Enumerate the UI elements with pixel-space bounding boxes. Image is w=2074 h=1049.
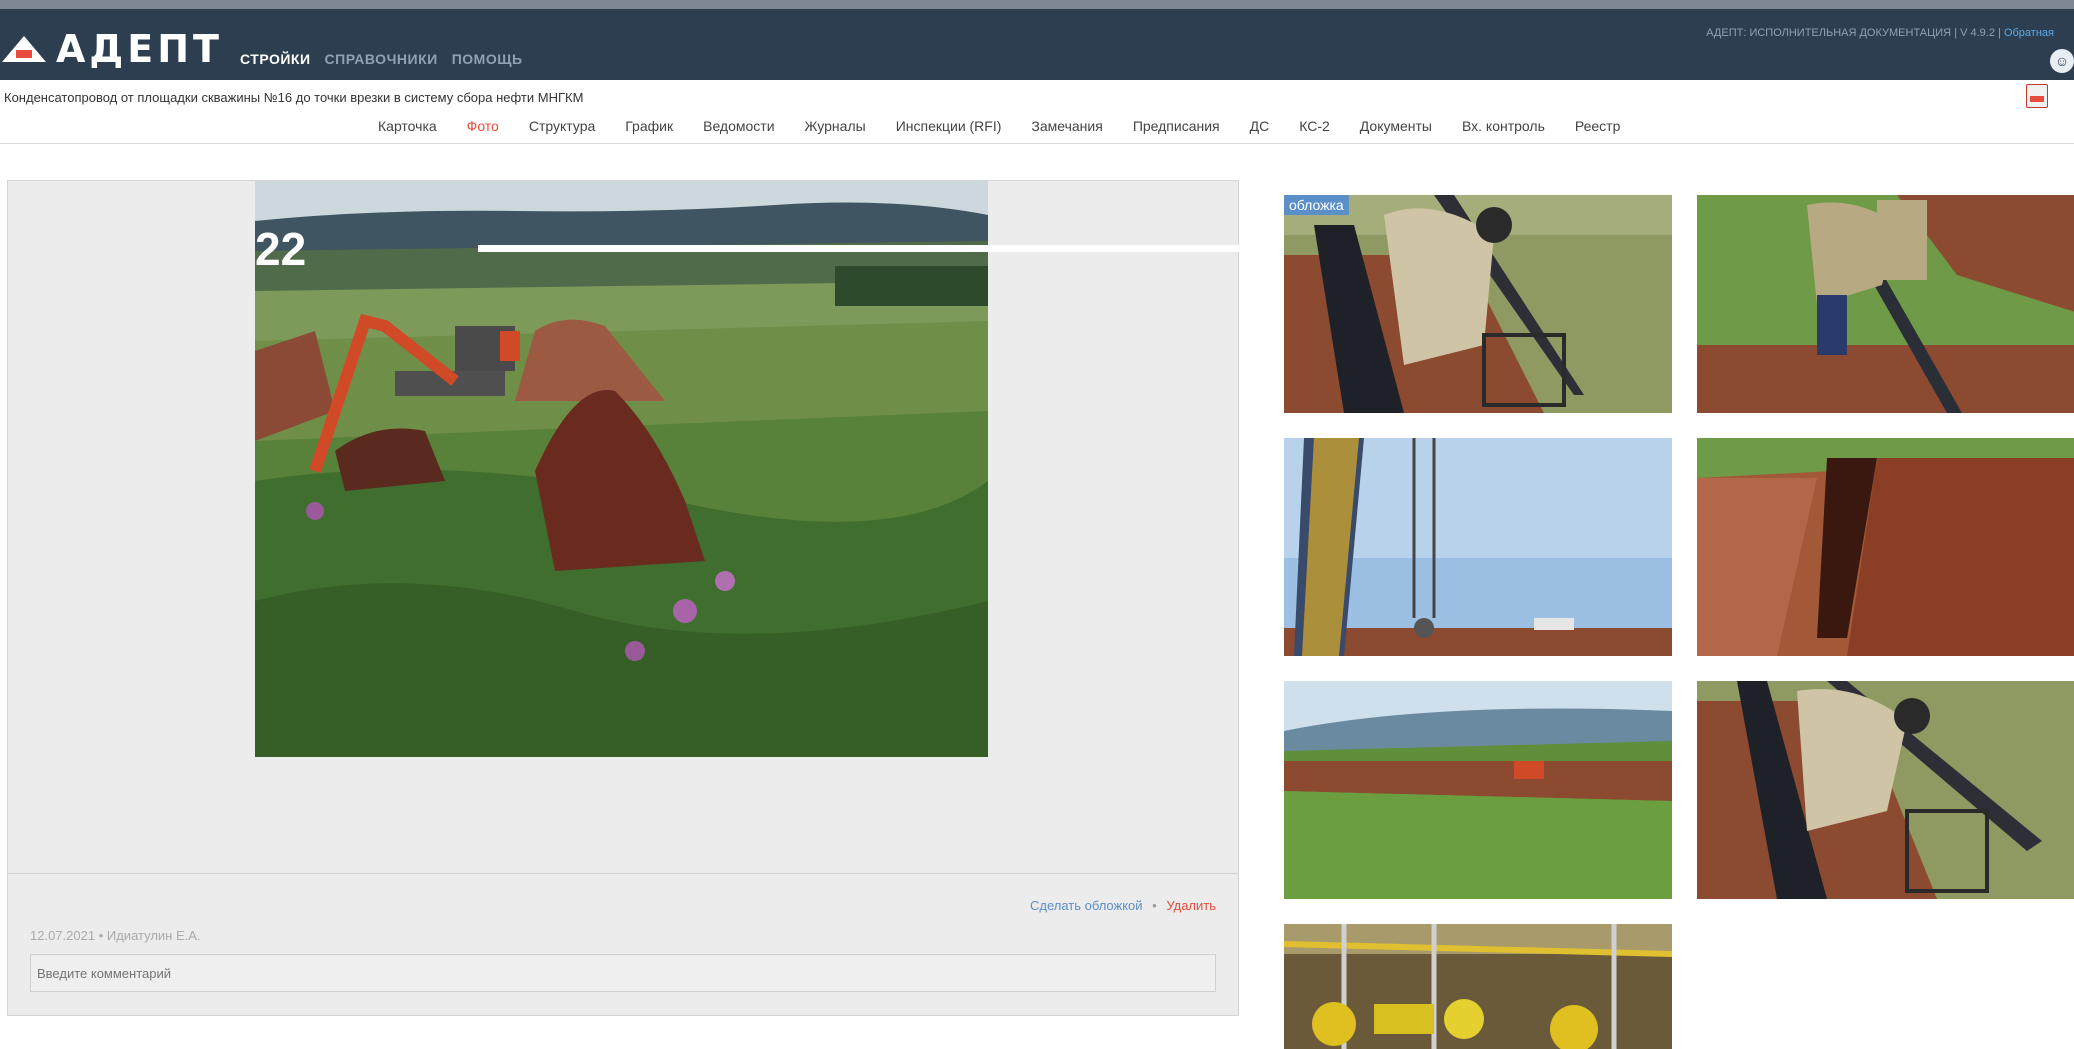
nav-item-spravochniki[interactable]: справочники	[325, 51, 438, 67]
user-icon[interactable]: ☺	[2050, 49, 2074, 73]
version-label: V 4.9.2	[1960, 27, 1995, 39]
top-navbar: АДЕПТ стройки справочники помощь АДЕПТ: …	[0, 0, 2074, 80]
photo-author: Идиатулин Е.А.	[106, 928, 201, 943]
delete-link[interactable]: Удалить	[1166, 898, 1216, 913]
tab-inspekcii[interactable]: Инспекции (RFI)	[896, 118, 1002, 134]
thumbnail-1[interactable]: обложка	[1284, 195, 1672, 413]
tab-ks2[interactable]: КС-2	[1299, 118, 1330, 134]
main-nav: стройки справочники помощь	[240, 51, 523, 67]
tab-ds[interactable]: ДС	[1250, 118, 1270, 134]
tab-reestr[interactable]: Реестр	[1575, 118, 1621, 134]
project-title: Конденсатопровод от площадки скважины №1…	[4, 90, 584, 105]
tab-vh-kontrol[interactable]: Вх. контроль	[1462, 118, 1545, 134]
tab-vedomosti[interactable]: Ведомости	[703, 118, 774, 134]
pdf-export-icon[interactable]	[2026, 84, 2048, 108]
tab-struktura[interactable]: Структура	[529, 118, 595, 134]
project-header: Конденсатопровод от площадки скважины №1…	[0, 80, 2074, 144]
cover-label: обложка	[1284, 195, 1349, 215]
nav-item-pomosch[interactable]: помощь	[452, 51, 523, 67]
thumbnail-4[interactable]	[1697, 438, 2074, 656]
thumbnail-2[interactable]	[1697, 195, 2074, 413]
logo-text: АДЕПТ	[56, 27, 223, 71]
product-name: АДЕПТ: ИСПОЛНИТЕЛЬНАЯ ДОКУМЕНТАЦИЯ	[1706, 27, 1952, 39]
tab-predpisaniya[interactable]: Предписания	[1133, 118, 1220, 134]
tab-kartochka[interactable]: Карточка	[378, 118, 437, 134]
thumbnail-3[interactable]	[1284, 438, 1672, 656]
overlay-number: 22	[255, 223, 307, 275]
project-tabs: Карточка Фото Структура График Ведомости…	[378, 118, 1650, 134]
thumbnail-5[interactable]	[1284, 681, 1672, 899]
photo-date: 12.07.2021	[30, 928, 96, 943]
feedback-link[interactable]: Обратная	[2004, 27, 2054, 39]
nav-item-stroyki[interactable]: стройки	[240, 51, 311, 67]
photo-viewer: Сделать обложкой • Удалить 12.07.2021 • …	[7, 180, 1239, 1016]
thumbnail-6[interactable]	[1697, 681, 2074, 899]
make-cover-link[interactable]: Сделать обложкой	[1030, 898, 1143, 913]
main-photo[interactable]	[255, 181, 988, 757]
thumbnail-7[interactable]	[1284, 924, 1672, 1049]
photo-actions: Сделать обложкой • Удалить	[1030, 898, 1216, 913]
tab-dokumenty[interactable]: Документы	[1360, 118, 1432, 134]
product-info: АДЕПТ: ИСПОЛНИТЕЛЬНАЯ ДОКУМЕНТАЦИЯ | V 4…	[1706, 27, 2054, 39]
action-separator: •	[1152, 898, 1157, 913]
tab-grafik[interactable]: График	[625, 118, 673, 134]
logo-triangle-icon	[2, 36, 46, 62]
tab-foto[interactable]: Фото	[467, 118, 499, 134]
tab-zhurnaly[interactable]: Журналы	[805, 118, 866, 134]
photo-info: Сделать обложкой • Удалить 12.07.2021 • …	[8, 873, 1238, 1015]
comment-input[interactable]	[30, 954, 1216, 992]
app-logo[interactable]: АДЕПТ	[0, 27, 223, 71]
tab-zamechaniya[interactable]: Замечания	[1031, 118, 1102, 134]
photo-meta: 12.07.2021 • Идиатулин Е.А.	[30, 928, 201, 943]
